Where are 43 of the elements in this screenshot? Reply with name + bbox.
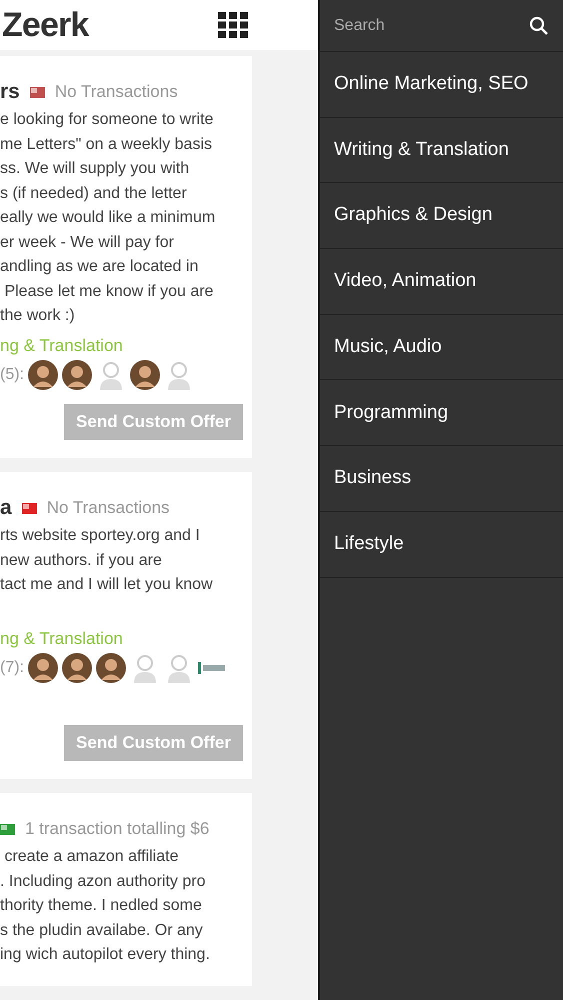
description-line: new authors. if you are [0,550,163,570]
category-menu-item[interactable]: Video, Animation [320,249,563,315]
category-menu-item[interactable]: Music, Audio [320,314,563,380]
avatar-icon [130,360,160,390]
category-menu-item[interactable]: Business [320,446,563,512]
category-menu-item[interactable]: Online Marketing, SEO [320,52,563,118]
description-line: er week - We will pay for [0,232,175,252]
description-line: andling as we are located in [0,257,200,277]
description-line: s the pludin availabe. Or any [0,920,204,940]
job-title[interactable]: rs [0,76,20,108]
logo-icon [198,661,226,675]
avatar-icon [96,653,126,683]
category-menu-item[interactable]: Graphics & Design [320,183,563,250]
logo[interactable]: Zeerk [2,8,88,42]
description-line: rts website sportey.org and I [0,526,201,546]
description-line: thority theme. I nedled some [0,896,203,916]
search-icon[interactable] [529,16,549,36]
bidder-count: (7): [0,658,24,678]
avatar-icon [62,360,92,390]
description-line: tact me and I will let you know [0,575,214,595]
grid-menu-icon[interactable] [218,12,248,38]
description-line: eally we would like a minimum [0,208,216,228]
description-line: me Letters" on a weekly basis [0,134,213,154]
description-line: the work :) [0,306,76,326]
bidder-count: (5): [0,365,24,385]
transaction-status: 1 transaction totalling $6 [25,818,210,840]
category-menu-item[interactable]: Writing & Translation [320,118,563,184]
transaction-status: No Transactions [46,497,170,520]
transaction-status: No Transactions [54,81,178,104]
description-line: create a amazon affiliate [3,847,180,867]
search-field[interactable]: Search [334,14,504,38]
description-line: . Including azon authority pro [0,872,206,892]
avatar-icon [28,360,58,390]
description-line: ss. We will supply you with [0,159,190,179]
category-menu-item[interactable]: Programming [320,380,563,446]
avatar-icon [28,653,58,683]
description-line: s (if needed) and the letter [0,184,188,204]
description-line: e looking for someone to write [0,110,214,130]
job-title[interactable]: a [0,492,12,524]
avatar-icon [62,653,92,683]
category-menu-item[interactable]: Lifestyle [320,512,563,578]
description-line: ing wich autopilot every thing. [0,945,211,965]
description-line: Please let me know if you are [3,282,214,302]
